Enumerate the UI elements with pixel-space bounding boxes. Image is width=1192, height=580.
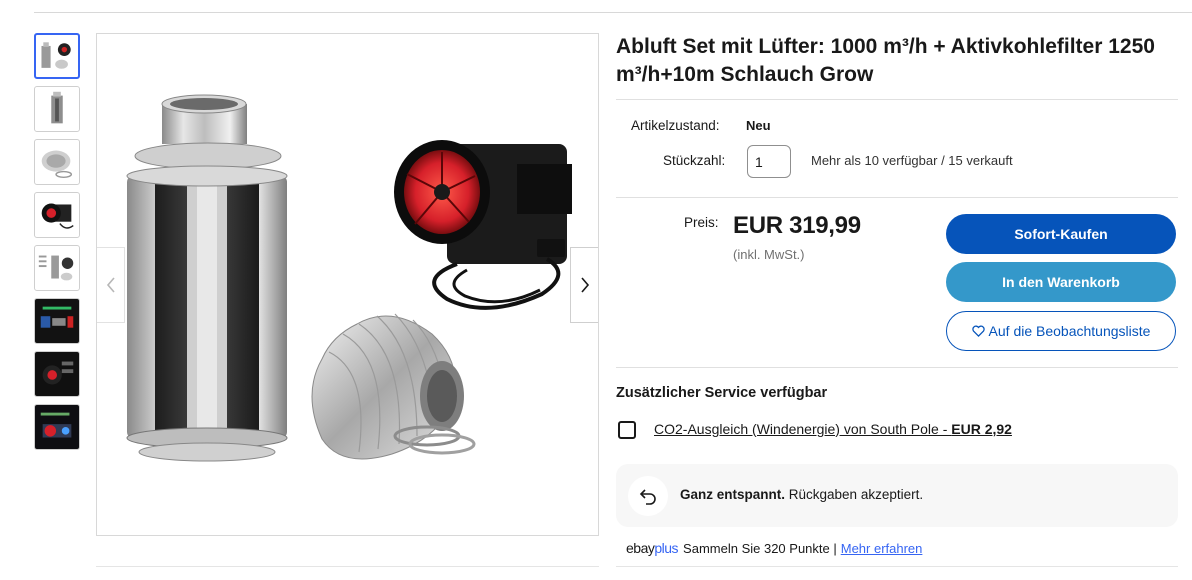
watchlist-button[interactable]: Auf die Beobachtungsliste xyxy=(946,311,1176,351)
thumbnail-3[interactable] xyxy=(34,139,80,185)
thumbnail-2[interactable] xyxy=(34,86,80,132)
availability-text: Mehr als 10 verfügbar / 15 verkauft xyxy=(811,153,1013,168)
previous-image-button[interactable] xyxy=(97,247,125,323)
heart-icon xyxy=(971,325,985,337)
ebay-plus-points: Sammeln Sie 320 Punkte | xyxy=(683,541,837,556)
thumbnail-8[interactable] xyxy=(34,404,80,450)
next-image-button[interactable] xyxy=(570,247,598,323)
co2-offset-link[interactable]: CO2-Ausgleich (Windenergie) von South Po… xyxy=(654,421,1012,437)
co2-offset-text: CO2-Ausgleich (Windenergie) von South Po… xyxy=(654,421,952,437)
learn-more-link[interactable]: Mehr erfahren xyxy=(841,541,923,556)
price-label: Preis: xyxy=(684,215,719,230)
ebay-plus-promo: ebayplus Sammeln Sie 320 Punkte | Mehr e… xyxy=(626,540,922,556)
chevron-left-icon xyxy=(106,277,115,293)
actions-divider xyxy=(616,367,1178,368)
ebay-plus-logo: ebayplus xyxy=(626,540,679,556)
service-title: Zusätzlicher Service verfügbar xyxy=(616,385,828,401)
product-photo xyxy=(126,94,572,462)
thumbnail-6[interactable] xyxy=(34,298,80,344)
thumbnail-4[interactable] xyxy=(34,192,80,238)
thumbnail-1[interactable] xyxy=(34,33,80,79)
buy-now-button[interactable]: Sofort-Kaufen xyxy=(946,214,1176,254)
chevron-right-icon xyxy=(580,277,589,293)
details-divider xyxy=(616,197,1178,198)
condition-value: Neu xyxy=(746,118,771,133)
price-value: EUR 319,99 xyxy=(733,212,861,239)
thumbnail-7[interactable] xyxy=(34,351,80,397)
vat-note: (inkl. MwSt.) xyxy=(733,247,805,262)
returns-banner: Ganz entspannt. Rückgaben akzeptiert. xyxy=(616,464,1178,527)
returns-text: Ganz entspannt. Rückgaben akzeptiert. xyxy=(680,487,923,502)
top-divider xyxy=(34,12,1192,13)
listing-title: Abluft Set mit Lüfter: 1000 m³/h + Aktiv… xyxy=(616,35,1155,86)
add-to-cart-button[interactable]: In den Warenkorb xyxy=(946,262,1176,302)
return-arrow-icon xyxy=(628,476,668,516)
quantity-label: Stückzahl: xyxy=(663,153,726,168)
condition-label: Artikelzustand: xyxy=(631,118,720,133)
returns-headline: Ganz entspannt. xyxy=(680,487,786,502)
main-product-image[interactable] xyxy=(96,33,599,536)
watchlist-label: Auf die Beobachtungsliste xyxy=(988,323,1151,339)
quantity-input[interactable] xyxy=(747,145,791,178)
title-divider xyxy=(616,99,1178,100)
returns-body: Rückgaben akzeptiert. xyxy=(785,487,924,502)
bottom-divider xyxy=(616,566,1178,567)
co2-offset-checkbox[interactable] xyxy=(618,421,636,439)
thumbnail-5[interactable] xyxy=(34,245,80,291)
image-bottom-divider xyxy=(96,566,599,567)
co2-offset-price: EUR 2,92 xyxy=(951,421,1012,437)
